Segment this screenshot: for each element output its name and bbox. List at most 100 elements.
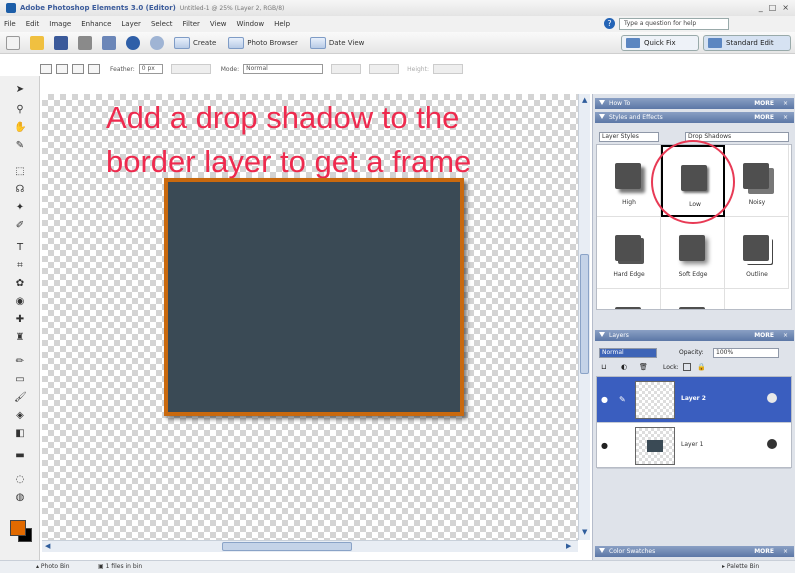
open-folder-icon[interactable] [30,35,44,50]
border-layer-frame[interactable] [164,178,464,416]
layer-name[interactable]: Layer 2 [681,395,706,402]
style-thumbnail[interactable] [597,289,661,309]
lasso-tool-icon[interactable]: ☊ [14,184,26,196]
layers-close-icon[interactable]: × [783,330,788,341]
style-high-drop-shadow[interactable]: High [597,145,661,217]
layer-style-badge-icon[interactable] [767,439,777,449]
menu-edit[interactable]: Edit [26,20,40,28]
close-icon[interactable]: × [782,3,789,12]
opacity-input[interactable]: 100% [713,348,779,358]
layer-name[interactable]: Layer 1 [681,441,703,448]
visibility-eye-icon[interactable]: ● [601,441,608,450]
vertical-scroll-thumb[interactable] [580,254,589,374]
healing-brush-tool-icon[interactable]: ✚ [14,314,26,326]
rect-marquee-option-icon[interactable] [40,64,52,74]
color-swatches-more-button[interactable]: MORE [754,546,774,557]
width-input[interactable] [331,64,362,74]
quick-fix-button[interactable]: Quick Fix [621,35,699,51]
eyedropper-tool-icon[interactable]: ✎ [14,140,26,152]
styles-more-button[interactable]: MORE [754,112,774,123]
scroll-down-icon[interactable]: ▼ [582,528,587,536]
minimize-icon[interactable]: _ [759,3,763,12]
vertical-scrollbar[interactable]: ▲ ▼ [578,94,590,540]
adjustment-layer-icon[interactable]: ◐ [621,363,627,371]
palette-bin-toggle[interactable]: ▸ Palette Bin [722,561,759,573]
scroll-right-icon[interactable]: ▶ [566,542,571,550]
lock-all-icon[interactable]: 🔒 [697,363,706,371]
mode-select[interactable]: Normal [243,64,324,74]
photo-bin-toggle[interactable]: ▴ Photo Bin [36,561,70,573]
move-tool-icon[interactable]: ➤ [14,84,26,96]
menu-file[interactable]: File [4,20,16,28]
menu-window[interactable]: Window [237,20,265,28]
style-hard-edge-drop-shadow[interactable]: Hard Edge [597,217,661,289]
menu-enhance[interactable]: Enhance [81,20,111,28]
create-button[interactable]: Create [174,36,216,49]
new-layer-icon[interactable]: ⊔ [601,363,606,371]
menu-help[interactable]: Help [274,20,290,28]
styles-panel-header[interactable]: Styles and Effects MORE × [595,112,794,123]
layers-more-button[interactable]: MORE [754,330,774,341]
color-swatches-close-icon[interactable]: × [783,546,788,557]
color-swatches-panel-header[interactable]: Color Swatches MORE × [595,546,794,557]
email-icon[interactable] [102,35,116,50]
anti-alias-checkbox[interactable] [170,64,211,74]
cookie-cutter-tool-icon[interactable]: ✿ [14,278,26,290]
help-search-input[interactable]: Type a question for help [619,18,729,30]
type-tool-icon[interactable]: T [14,242,26,254]
add-selection-icon[interactable] [72,64,84,74]
new-selection-icon[interactable] [56,64,68,74]
foreground-color-swatch[interactable] [10,520,26,536]
style-outline-drop-shadow[interactable]: Outline [725,217,789,289]
styles-close-icon[interactable]: × [783,112,788,123]
gradient-tool-icon[interactable]: ◧ [14,428,26,440]
horizontal-scrollbar[interactable]: ◀ ▶ [42,540,578,552]
layers-panel-header[interactable]: Layers MORE × [595,330,794,341]
zoom-tool-icon[interactable]: ⚲ [14,104,26,116]
clone-stamp-tool-icon[interactable]: ♜ [14,332,26,344]
menu-image[interactable]: Image [49,20,71,28]
date-view-button[interactable]: Date View [309,36,364,49]
marquee-tool-icon[interactable]: ⬚ [14,166,26,178]
how-to-close-icon[interactable]: × [783,98,788,109]
shape-tool-icon[interactable]: ▬ [14,450,26,462]
undo-icon[interactable] [126,35,140,50]
magic-wand-tool-icon[interactable]: ✦ [14,202,26,214]
layer-style-badge-icon[interactable] [767,393,777,403]
visibility-eye-icon[interactable]: ● [601,395,608,404]
eraser-tool-icon[interactable]: ▭ [14,374,26,386]
red-eye-tool-icon[interactable]: ◉ [14,296,26,308]
how-to-panel-header[interactable]: How To MORE × [595,98,794,109]
styles-library-select[interactable]: Drop Shadows [685,132,789,142]
new-file-icon[interactable] [6,35,20,50]
help-icon[interactable]: ? [604,18,615,29]
blur-tool-icon[interactable]: ◌ [14,474,26,486]
style-thumbnail[interactable] [661,289,725,309]
styles-category-select[interactable]: Layer Styles [599,132,659,142]
selection-brush-tool-icon[interactable]: ✐ [14,220,26,232]
print-icon[interactable] [78,35,92,50]
blend-mode-select[interactable]: Normal [599,348,657,358]
save-icon[interactable] [54,35,68,50]
style-noisy-drop-shadow[interactable]: Noisy [725,145,789,217]
layer-row-layer-1[interactable]: ● Layer 1 [597,423,791,469]
photo-browser-button[interactable]: Photo Browser [228,36,298,49]
delete-layer-icon[interactable]: 🗑 [639,363,648,371]
redo-icon[interactable] [150,35,164,50]
swap-icon[interactable] [369,64,400,74]
how-to-more-button[interactable]: MORE [754,98,774,109]
sponge-tool-icon[interactable]: ◍ [14,492,26,504]
crop-tool-icon[interactable]: ⌗ [14,260,26,272]
height-input[interactable] [432,64,463,74]
menu-view[interactable]: View [210,20,227,28]
feather-input[interactable]: 0 px [138,64,163,74]
menu-select[interactable]: Select [151,20,173,28]
menu-filter[interactable]: Filter [183,20,200,28]
horizontal-scroll-thumb[interactable] [222,542,352,551]
scroll-up-icon[interactable]: ▲ [582,96,587,104]
style-low-drop-shadow[interactable]: Low [661,145,725,217]
hand-tool-icon[interactable]: ✋ [14,122,26,134]
standard-edit-button[interactable]: Standard Edit [703,35,791,51]
pencil-tool-icon[interactable]: ✏ [14,356,26,368]
paint-bucket-tool-icon[interactable]: ◈ [14,410,26,422]
